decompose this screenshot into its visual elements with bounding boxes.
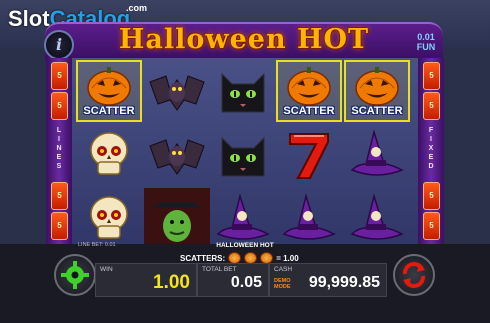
coin-value: 0.01	[417, 32, 435, 42]
rail-letter: S	[56, 163, 62, 170]
witch-hat-symbol	[344, 124, 410, 186]
rail-letter: F	[428, 127, 434, 134]
settings-button[interactable]	[54, 254, 96, 296]
rail-letter: I	[58, 136, 60, 143]
scatters-value: = 1.00	[276, 253, 299, 263]
witch-hat-symbol	[210, 188, 276, 250]
bat-icon	[149, 139, 205, 175]
win-label: WIN	[100, 266, 113, 273]
witch-hat-icon	[350, 193, 404, 240]
black-cat-symbol	[210, 60, 276, 122]
rail-letter: X	[428, 145, 434, 152]
spin-arrows-icon	[402, 262, 426, 288]
scatter-label: SCATTER	[283, 105, 335, 117]
witch-hat-icon	[350, 129, 404, 176]
coin-value-display[interactable]: 0.01 FUN	[406, 32, 446, 52]
payline-number: 5	[423, 212, 440, 240]
bat-symbol	[144, 124, 210, 186]
witch-symbol	[144, 188, 210, 250]
skull-icon	[90, 132, 128, 175]
total-bet-panel[interactable]: TOTAL BET 0.05	[197, 263, 269, 297]
rail-letter: D	[428, 163, 434, 170]
black-cat-symbol	[210, 124, 276, 186]
rail-letter: L	[56, 127, 62, 134]
spin-button[interactable]	[393, 254, 435, 296]
seven-icon	[289, 133, 329, 179]
scatters-label: SCATTERS:	[180, 253, 226, 263]
witch-icon	[144, 188, 210, 250]
pumpkin-scatter-symbol: SCATTER	[76, 60, 142, 122]
left-paylines-rail: 5 5 L I N E S 5 5	[46, 58, 72, 256]
bat-icon	[149, 75, 205, 111]
red-seven-symbol	[276, 124, 342, 186]
cash-value: 99,999.85	[308, 274, 380, 291]
demo-mode-label: DEMO MODE	[274, 278, 291, 290]
skull-symbol	[76, 188, 142, 250]
game-header: Halloween HOT	[45, 22, 443, 60]
gear-icon	[61, 261, 89, 289]
total-bet-label: TOTAL BET	[202, 266, 237, 273]
cash-panel: CASH DEMO MODE 99,999.85	[269, 263, 387, 297]
rail-letter: I	[430, 136, 432, 143]
payline-number: 5	[423, 92, 440, 120]
win-panel: WIN 1.00	[95, 263, 197, 297]
total-bet-value: 0.05	[230, 274, 262, 291]
payline-number: 5	[51, 182, 68, 210]
win-value: 1.00	[153, 272, 190, 293]
witch-hat-symbol	[276, 188, 342, 250]
witch-hat-symbol	[344, 188, 410, 250]
skull-symbol	[76, 124, 142, 186]
watermark-slot: Slot	[8, 6, 50, 31]
reels-area: SCATTER SCATTER SCATTER	[72, 58, 418, 256]
cash-label: CASH	[274, 266, 293, 273]
payline-number: 5	[51, 62, 68, 90]
game-title: Halloween HOT	[118, 24, 370, 55]
pumpkin-scatter-symbol: SCATTER	[276, 60, 342, 122]
info-button[interactable]: i	[44, 30, 74, 60]
rail-letter: E	[428, 154, 434, 161]
witch-hat-icon	[282, 193, 336, 240]
payline-number: 5	[423, 182, 440, 210]
payline-number: 5	[51, 212, 68, 240]
game-name-text: HALLOWEEN HOT	[216, 242, 274, 249]
watermark-com: .com	[126, 3, 148, 13]
payline-number: 5	[423, 62, 440, 90]
bat-symbol	[144, 60, 210, 122]
black-cat-icon	[221, 136, 265, 177]
right-paylines-rail: 5 5 F I X E D 5 5	[418, 58, 444, 256]
coin-mode: FUN	[416, 42, 436, 52]
rail-letter: E	[56, 154, 62, 161]
payline-number: 5	[51, 92, 68, 120]
witch-hat-icon	[216, 193, 270, 240]
line-bet-text: LINE BET: 0.01	[78, 242, 116, 248]
black-cat-icon	[221, 72, 265, 113]
rail-letter: N	[56, 145, 62, 152]
scatter-label: SCATTER	[83, 105, 135, 117]
skull-icon	[90, 196, 128, 239]
scatter-label: SCATTER	[351, 105, 403, 117]
pumpkin-scatter-symbol: SCATTER	[344, 60, 410, 122]
